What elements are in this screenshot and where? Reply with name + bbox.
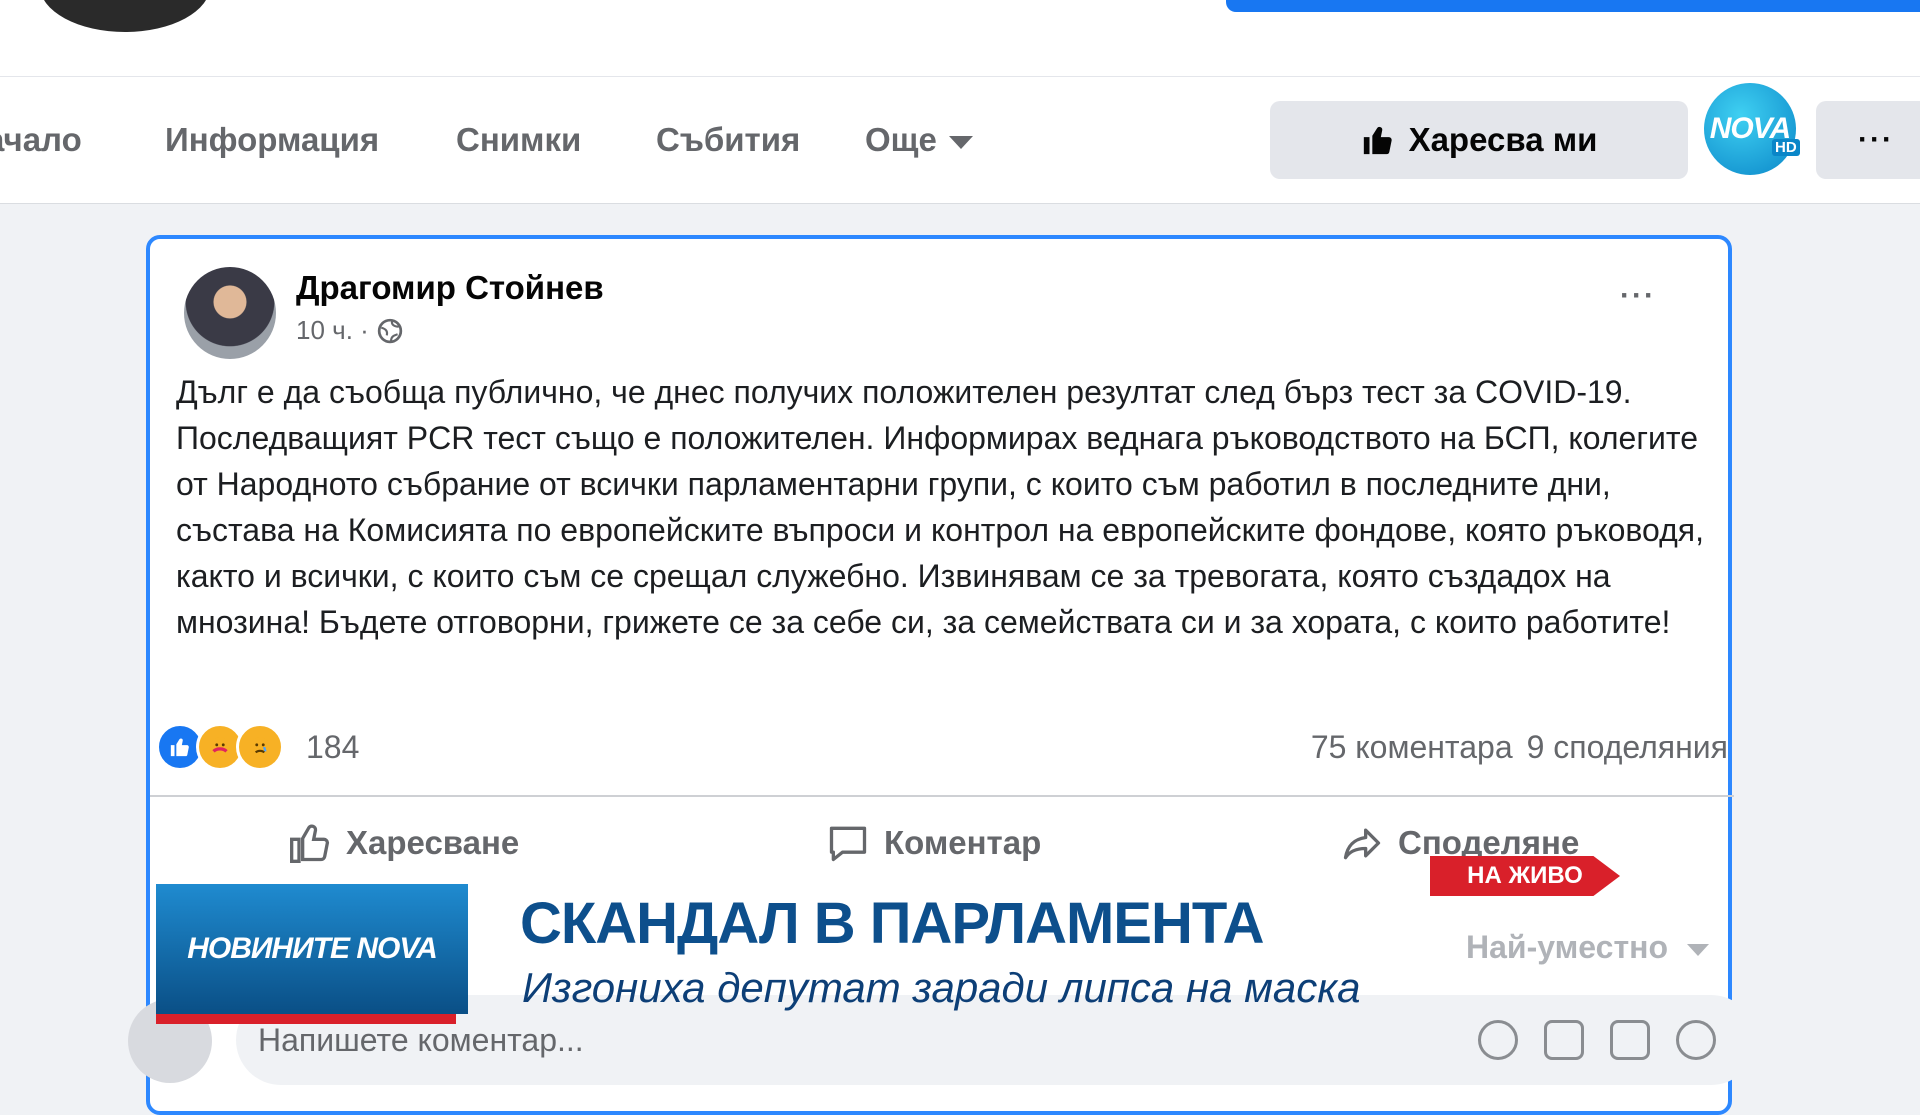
page-nav-bar: ачало Информация Снимки Събития Още Харе… — [0, 76, 1920, 204]
thumbs-up-outline-icon — [290, 824, 330, 863]
channel-hd-badge: HD — [1772, 139, 1800, 156]
like-page-button[interactable]: Харесва ми — [1270, 101, 1688, 179]
comment-tools — [1478, 995, 1716, 1085]
post-options-button[interactable]: ··· — [1620, 279, 1656, 313]
emoji-icon[interactable] — [1478, 1020, 1518, 1060]
comments-count[interactable]: 75 коментара — [1311, 729, 1513, 766]
tab-more-label: Още — [865, 121, 937, 158]
reaction-count: 184 — [306, 728, 360, 765]
reactions-summary[interactable]: 184 — [156, 723, 359, 771]
tab-more[interactable]: Още — [865, 121, 973, 159]
profile-header-strip — [0, 0, 1920, 76]
comment-button[interactable]: Коментар — [826, 821, 1041, 865]
author-avatar[interactable] — [184, 267, 276, 359]
tab-home[interactable]: ачало — [0, 121, 82, 159]
caret-down-icon — [948, 135, 973, 149]
comment-button-label: Коментар — [884, 824, 1042, 861]
tab-photos[interactable]: Снимки — [456, 121, 581, 159]
comment-sort-dropdown[interactable]: Най-уместно — [1466, 929, 1709, 966]
gif-icon[interactable] — [1610, 1020, 1650, 1060]
news-program-logo-text: НОВИНИТЕ NOVA — [187, 932, 438, 965]
camera-icon[interactable] — [1544, 1020, 1584, 1060]
like-button[interactable]: Харесване — [288, 821, 519, 865]
author-name[interactable]: Драгомир Стойнев — [296, 269, 604, 307]
share-arrow-icon — [1343, 828, 1381, 860]
profile-avatar[interactable] — [40, 0, 210, 32]
comment-sort-label: Най-уместно — [1466, 929, 1668, 965]
post-meta: 10 ч. · — [296, 315, 403, 346]
nav-more-button[interactable]: ··· — [1816, 101, 1920, 179]
channel-logo: NOVA — [1704, 83, 1796, 175]
divider — [150, 795, 1734, 797]
sad-reaction-icon — [236, 723, 284, 771]
like-page-label: Харесва ми — [1408, 121, 1598, 158]
shares-count[interactable]: 9 споделяния — [1527, 729, 1728, 766]
live-badge: НА ЖИВО — [1430, 856, 1620, 896]
sticker-icon[interactable] — [1676, 1020, 1716, 1060]
post-stats: 75 коментара 9 споделяния — [1311, 729, 1728, 766]
post-text: Дълг е да съобща публично, че днес получ… — [176, 374, 1705, 640]
tab-events[interactable]: Събития — [656, 121, 800, 159]
thumbs-up-icon — [1363, 126, 1392, 155]
caret-down-icon — [1686, 943, 1709, 956]
more-dots-icon: ··· — [1858, 123, 1894, 156]
primary-action-bar[interactable] — [1226, 0, 1920, 12]
news-headline: СКАНДАЛ В ПАРЛАМЕНТА — [520, 891, 1265, 956]
news-logo-accent — [156, 1014, 456, 1024]
news-subheadline: Изгониха депутат заради липса на маска — [522, 964, 1361, 1011]
comment-placeholder: Напишете коментар... — [258, 1022, 584, 1058]
comment-bubble-icon — [829, 826, 867, 862]
post-time[interactable]: 10 ч. · — [296, 315, 369, 346]
news-program-logo: НОВИНИТЕ NOVA — [156, 884, 468, 1014]
like-button-label: Харесване — [346, 824, 520, 861]
globe-icon — [377, 318, 402, 343]
tab-information[interactable]: Информация — [165, 121, 379, 159]
